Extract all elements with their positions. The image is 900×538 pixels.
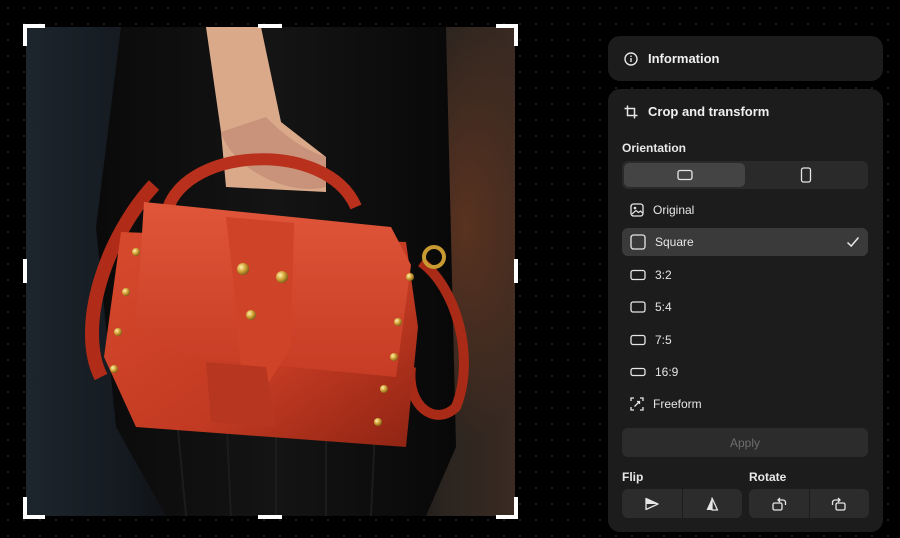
rotate-button-group	[749, 489, 869, 518]
crop-handle-top-mid[interactable]	[258, 24, 282, 28]
flip-horizontal-button[interactable]	[622, 489, 682, 518]
photo	[26, 27, 515, 516]
ratio-square[interactable]: Square	[622, 228, 868, 257]
ratio-5-4[interactable]: 5:4	[622, 293, 868, 321]
flip-label: Flip	[622, 470, 644, 484]
square-icon	[630, 234, 646, 251]
rotate-label: Rotate	[749, 470, 787, 484]
ratio-rect-icon	[630, 366, 646, 378]
ratio-label: 5:4	[655, 300, 672, 315]
ratio-rect-icon	[630, 334, 646, 346]
aspect-ratio-list: Original Square 3:2 5:4 7:5 16:9 Freefor…	[622, 196, 868, 423]
ratio-original[interactable]: Original	[622, 196, 868, 224]
information-title: Information	[648, 51, 720, 66]
crop-handle-top-left[interactable]	[23, 24, 27, 46]
orientation-landscape-button[interactable]	[624, 163, 745, 187]
rotate-right-icon	[831, 497, 847, 511]
rotate-left-button[interactable]	[749, 489, 809, 518]
crop-handle-right-mid[interactable]	[514, 259, 518, 283]
portrait-icon	[800, 167, 812, 183]
ratio-label: 7:5	[655, 332, 672, 347]
ratio-label: Freeform	[653, 397, 702, 412]
flip-button-group	[622, 489, 742, 518]
ratio-rect-icon	[630, 269, 646, 281]
crop-handle-top-right[interactable]	[514, 24, 518, 46]
crop-transform-title: Crop and transform	[648, 104, 770, 119]
rotate-right-button[interactable]	[808, 489, 870, 518]
crop-canvas[interactable]	[23, 24, 518, 519]
flip-vertical-icon	[705, 496, 719, 511]
orientation-portrait-button[interactable]	[745, 163, 866, 187]
crop-transform-header[interactable]: Crop and transform	[608, 89, 883, 119]
ratio-label: 16:9	[655, 364, 679, 379]
crop-icon	[624, 105, 638, 119]
checkmark-icon	[846, 235, 860, 249]
image-icon	[630, 203, 644, 217]
crop-handle-bottom-left[interactable]	[23, 497, 27, 519]
landscape-icon	[676, 169, 693, 181]
orientation-label: Orientation	[622, 141, 687, 155]
ratio-label: Original	[653, 203, 695, 217]
handbag-photo-illustration	[85, 27, 469, 516]
crop-transform-panel: Crop and transform Orientation Original …	[608, 89, 883, 532]
ratio-rect-icon	[630, 301, 646, 313]
ratio-7-5[interactable]: 7:5	[622, 326, 868, 354]
crop-handle-bottom-right[interactable]	[514, 497, 518, 519]
ratio-label: 3:2	[655, 267, 672, 282]
information-header[interactable]: Information	[608, 36, 883, 81]
crop-handle-left-mid[interactable]	[23, 259, 27, 283]
information-panel[interactable]: Information	[608, 36, 883, 81]
crop-handle-bottom-mid[interactable]	[258, 515, 282, 519]
ratio-label: Square	[655, 235, 694, 250]
info-icon	[624, 51, 638, 66]
freeform-icon	[630, 397, 644, 411]
flip-vertical-button[interactable]	[681, 489, 743, 518]
rotate-left-icon	[771, 497, 787, 511]
ratio-16-9[interactable]: 16:9	[622, 358, 868, 386]
flip-horizontal-icon	[644, 497, 660, 511]
orientation-toggle	[622, 161, 868, 189]
ratio-3-2[interactable]: 3:2	[622, 261, 868, 289]
ratio-freeform[interactable]: Freeform	[622, 390, 868, 418]
apply-button[interactable]: Apply	[622, 428, 868, 457]
